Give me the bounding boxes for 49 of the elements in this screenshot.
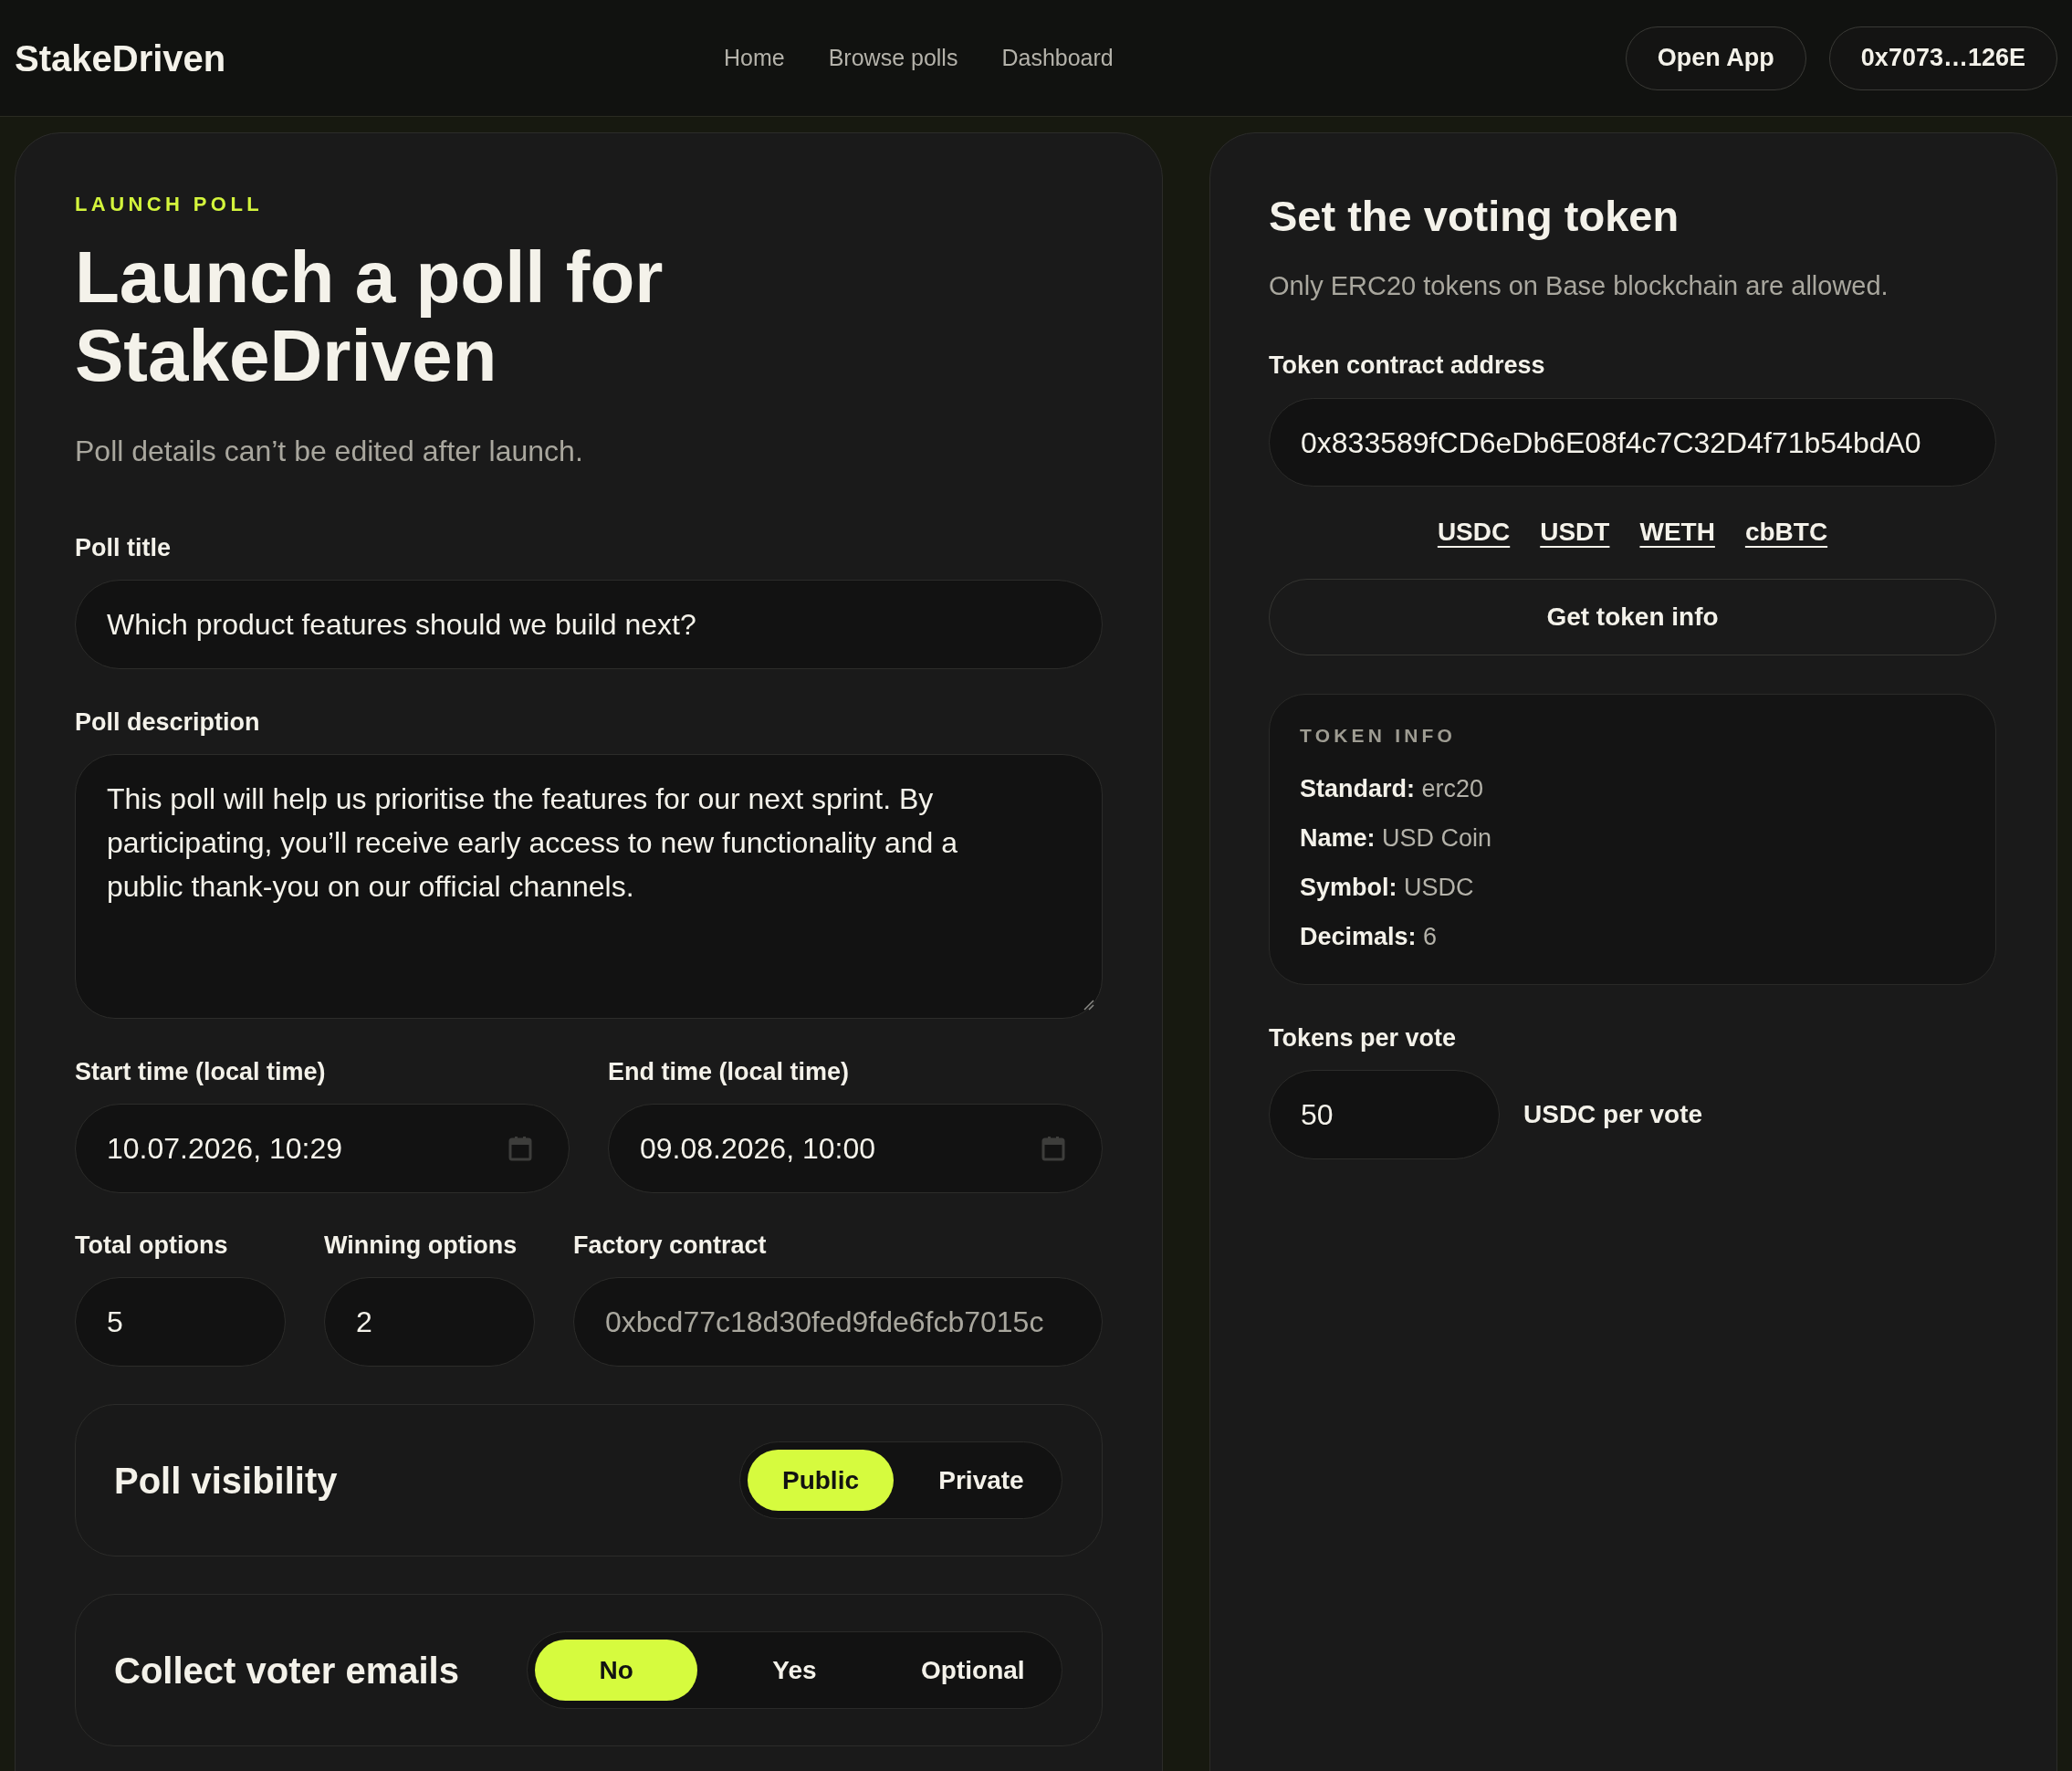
field-label: Tokens per vote <box>1269 1023 1458 1053</box>
segment-option[interactable]: No <box>535 1640 698 1701</box>
calendar-icon[interactable] <box>1041 1136 1065 1161</box>
choice-title: Collect voter emails <box>114 1649 459 1692</box>
token-info-row-text: Decimals: 6 <box>1300 922 1439 952</box>
segment-option[interactable]: Optional <box>891 1640 1054 1701</box>
field-label: Poll description <box>75 707 261 737</box>
logo-text[interactable]: StakeDriven <box>15 30 226 86</box>
datetime-input[interactable]: 09.08.2026, 10:00 <box>608 1104 1103 1193</box>
token-preset-link[interactable]: cbBTC <box>1744 517 1828 548</box>
nav-link[interactable]: Home <box>724 40 785 76</box>
section-title: Set the voting token <box>1269 191 1680 242</box>
token-info-row-text: Symbol: USDC <box>1300 873 1475 903</box>
token-preset-link[interactable]: USDT <box>1540 517 1610 548</box>
field-label: Total options <box>75 1231 229 1260</box>
page-title: Launch a poll for StakeDriven <box>75 238 665 395</box>
wallet-address-button[interactable]: 0x7073…126E <box>1828 26 2057 90</box>
get-token-info-button[interactable]: Get token info <box>1269 579 1996 655</box>
choice-title: Poll visibility <box>114 1459 338 1503</box>
open-app-button[interactable]: Open App <box>1625 26 1806 90</box>
section-subtitle: Only ERC20 tokens on Base blockchain are allowed. <box>1269 270 1889 301</box>
token-preset-link[interactable]: USDC <box>1437 517 1511 548</box>
number-input[interactable]: 5 <box>75 1277 286 1367</box>
poll-title-input[interactable]: Which product features should we build next? <box>75 580 1103 669</box>
token-info-row-text: Name: USD Coin <box>1300 823 1493 854</box>
field-label: End time (local time) <box>608 1057 851 1086</box>
segment-option[interactable]: Private <box>908 1450 1054 1511</box>
panel-heading: TOKEN INFO <box>1300 724 1458 748</box>
field-label: Token contract address <box>1269 351 1546 380</box>
field-label: Start time (local time) <box>75 1057 327 1086</box>
page-subtitle: Poll details can’t be edited after launch. <box>75 435 584 467</box>
segment-option[interactable]: Yes <box>713 1640 876 1701</box>
segment-option[interactable]: Public <box>748 1450 894 1511</box>
datetime-input[interactable]: 10.07.2026, 10:29 <box>75 1104 570 1193</box>
token-address-input[interactable]: 0x833589fCD6eDb6E08f4c7C32D4f71b54bdA0 <box>1269 398 1996 487</box>
nav-link[interactable]: Dashboard <box>1001 40 1114 76</box>
field-label: Factory contract <box>573 1231 768 1260</box>
resize-handle-icon[interactable] <box>1082 998 1094 1011</box>
token-preset-link[interactable]: WETH <box>1639 517 1715 548</box>
calendar-icon[interactable] <box>508 1136 532 1161</box>
field-label: Winning options <box>324 1231 518 1260</box>
poll-description-textarea[interactable]: This poll will help us prioritise the features for our next sprint. By participating, you’ll receive early access to new functionality and a public thank-you on our official channels. <box>75 754 1103 1019</box>
token-info-row-text: Standard: erc20 <box>1300 774 1485 804</box>
field-label: Poll title <box>75 533 172 562</box>
nav-link[interactable]: Browse polls <box>828 40 958 76</box>
section-eyebrow: LAUNCH POLL <box>75 193 265 216</box>
unit-label: USDC per vote <box>1523 1099 1703 1130</box>
tokens-per-vote-input[interactable]: 50 <box>1269 1070 1500 1159</box>
number-input[interactable]: 2 <box>324 1277 535 1367</box>
